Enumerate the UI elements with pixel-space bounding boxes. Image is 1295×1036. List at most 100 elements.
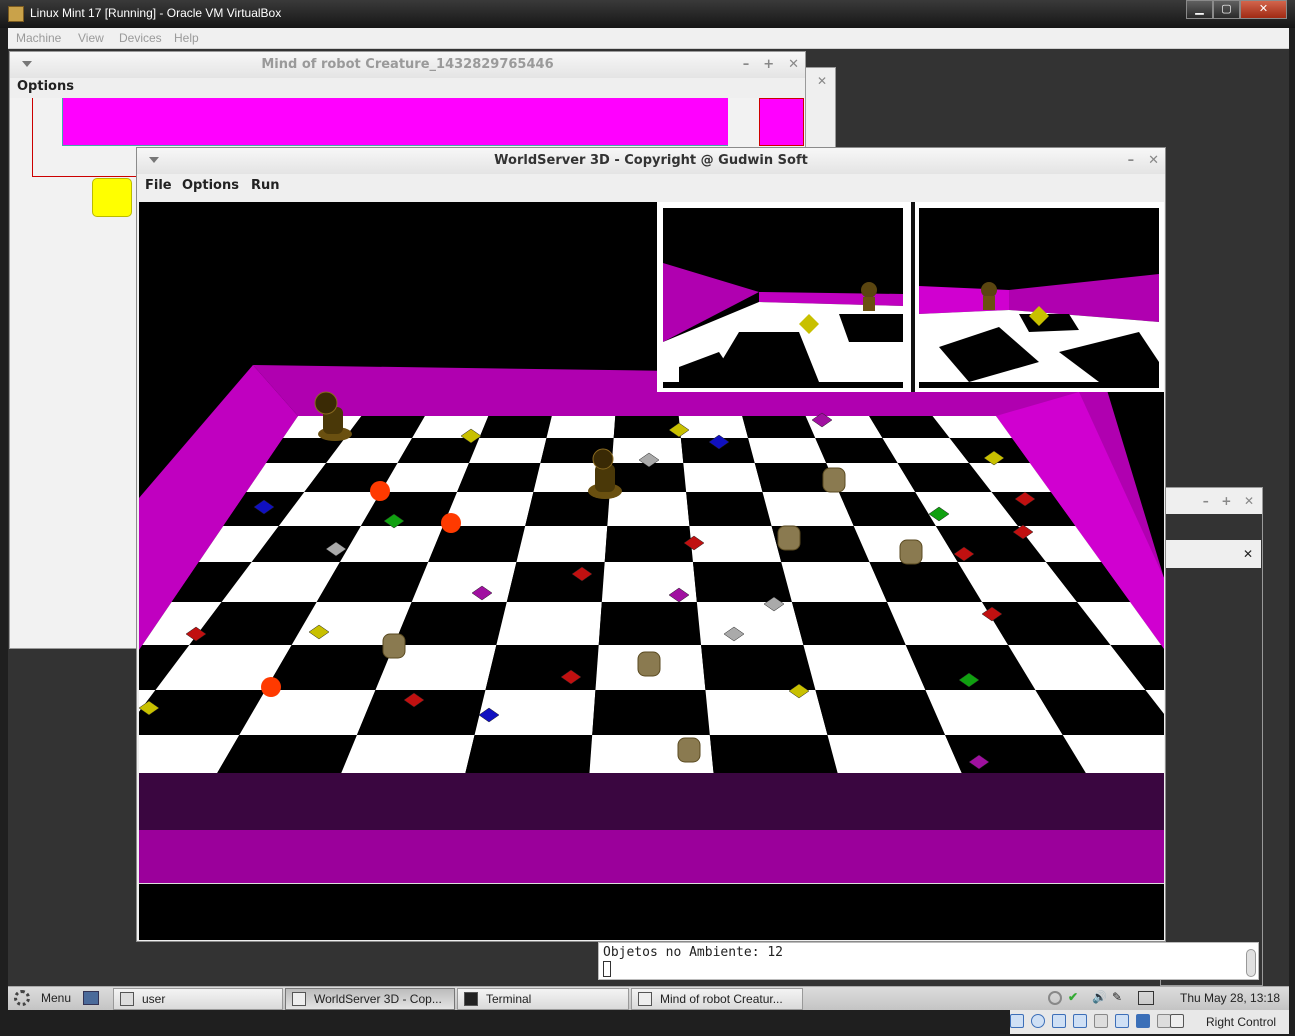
close-icon[interactable]: ✕ <box>1148 153 1159 168</box>
host-key-icon[interactable] <box>1170 1014 1184 1028</box>
mouse-integration-icon[interactable] <box>1157 1014 1171 1028</box>
maximize-icon[interactable]: + <box>1221 494 1231 508</box>
floor-tile <box>479 416 552 438</box>
clock[interactable]: Thu May 28, 13:18 <box>1180 991 1280 1005</box>
bluetooth-icon[interactable]: ✎ <box>1112 990 1122 1004</box>
floor-tile <box>598 602 702 645</box>
floor-tile <box>701 645 816 690</box>
taskbar-item-terminal[interactable]: Terminal <box>457 988 629 1010</box>
capture-icon[interactable] <box>1136 1014 1150 1028</box>
update-shield-icon[interactable]: ✔ <box>1068 990 1086 1006</box>
mind-link <box>32 98 33 177</box>
floor-tile <box>696 602 804 645</box>
camera-view-1 <box>657 202 911 392</box>
taskbar: Menu user WorldServer 3D - Cop... Termin… <box>8 986 1289 1010</box>
usb-icon[interactable] <box>1052 1014 1066 1028</box>
floor-tile <box>827 735 962 773</box>
network-adapter-icon[interactable] <box>1073 1014 1087 1028</box>
menu-help[interactable]: Help <box>174 31 199 45</box>
mind-node-magenta <box>62 98 728 146</box>
console-scrollbar[interactable] <box>1246 949 1256 977</box>
background-window-right: – + ✕ ✕ <box>1160 487 1263 986</box>
close-icon[interactable]: ✕ <box>1165 540 1261 568</box>
console-output[interactable]: Objetos no Ambiente: 12 <box>598 942 1259 980</box>
virtualbox-titlebar: Linux Mint 17 [Running] - Oracle VM Virt… <box>0 0 1295 28</box>
floor-tile <box>678 416 749 438</box>
minimize-icon[interactable]: – <box>1128 153 1135 168</box>
virtualbox-menubar: Machine View Devices Help <box>8 28 1289 49</box>
floor-tile <box>689 526 782 562</box>
battery-icon[interactable] <box>1138 991 1154 1005</box>
nut-food <box>382 633 406 659</box>
nut-food <box>899 539 923 565</box>
display-icon[interactable] <box>1115 1014 1129 1028</box>
text-cursor <box>603 961 611 977</box>
floor-tile <box>217 735 357 773</box>
mind-node-magenta-small <box>759 98 804 146</box>
menu-view[interactable]: View <box>78 31 104 45</box>
menu-file[interactable]: File <box>145 178 172 193</box>
menu-run[interactable]: Run <box>251 178 280 193</box>
menu-machine[interactable]: Machine <box>16 31 61 45</box>
network-icon[interactable] <box>1048 991 1062 1005</box>
camera-view-2 <box>915 202 1164 392</box>
nut-food <box>777 525 801 551</box>
close-icon[interactable]: ✕ <box>1244 494 1254 508</box>
floor-tile <box>485 645 599 690</box>
taskbar-item-user[interactable]: user <box>113 988 283 1010</box>
floor-tile <box>762 492 854 526</box>
apple-food <box>441 513 461 533</box>
floor-tile <box>945 735 1086 773</box>
optical-drive-icon[interactable] <box>1031 1014 1045 1028</box>
floor-tile <box>394 602 507 645</box>
menu-options[interactable]: Options <box>17 79 74 94</box>
shared-folder-icon[interactable] <box>1094 1014 1108 1028</box>
floor-tile <box>748 438 827 463</box>
nut-food <box>637 651 661 677</box>
floor-tile <box>815 690 946 735</box>
floor-tile <box>791 602 906 645</box>
floor-tile <box>428 526 526 562</box>
floor-tile <box>468 438 547 463</box>
minimize-icon[interactable]: – <box>1203 494 1209 508</box>
menu-icon <box>14 990 30 1006</box>
3d-viewport[interactable] <box>139 202 1164 940</box>
floor-tile <box>506 562 605 602</box>
volume-icon[interactable]: 🔊 <box>1092 990 1107 1004</box>
window-menu-icon[interactable] <box>149 157 159 163</box>
minimize-icon[interactable]: – <box>743 57 750 72</box>
floor-tile <box>411 562 517 602</box>
window-menu-icon[interactable] <box>22 61 32 67</box>
close-button[interactable]: ✕ <box>1240 0 1287 19</box>
mind-window-title: Mind of robot Creature_1432829765446 <box>261 57 554 72</box>
taskbar-item-mind[interactable]: Mind of robot Creatur... <box>631 988 803 1010</box>
floor-tile <box>742 416 816 438</box>
menu-button[interactable]: Menu <box>41 991 71 1005</box>
close-icon[interactable]: ✕ <box>817 74 827 88</box>
front-wall-top <box>139 773 1164 830</box>
floor-tile <box>686 492 772 526</box>
show-desktop-icon[interactable] <box>83 991 99 1005</box>
taskbar-item-worldserver[interactable]: WorldServer 3D - Cop... <box>285 988 455 1010</box>
worldserver-titlebar[interactable]: WorldServer 3D - Copyright @ Gudwin Soft… <box>137 148 1165 174</box>
floor-tile <box>692 562 792 602</box>
terminal-icon <box>464 992 478 1006</box>
worldserver-title: WorldServer 3D - Copyright @ Gudwin Soft <box>494 153 808 168</box>
menu-options[interactable]: Options <box>182 178 239 193</box>
floor-tile <box>604 526 693 562</box>
close-icon[interactable]: ✕ <box>788 57 799 72</box>
mind-menubar: Options <box>10 78 805 98</box>
maximize-icon[interactable]: + <box>763 57 774 72</box>
floor-tile <box>607 492 690 526</box>
nut-food <box>822 467 846 493</box>
floor-tile <box>781 562 887 602</box>
floor-tile <box>709 735 838 773</box>
floor-tile <box>341 735 475 773</box>
mind-node-yellow[interactable] <box>92 178 132 217</box>
minimize-button[interactable]: ▁ <box>1186 0 1213 19</box>
menu-devices[interactable]: Devices <box>119 31 162 45</box>
mind-window-titlebar[interactable]: Mind of robot Creature_1432829765446 – + ✕ <box>10 52 805 78</box>
hdd-icon[interactable] <box>1010 1014 1024 1028</box>
floor-tile <box>356 690 486 735</box>
maximize-button[interactable]: ▢ <box>1213 0 1240 19</box>
